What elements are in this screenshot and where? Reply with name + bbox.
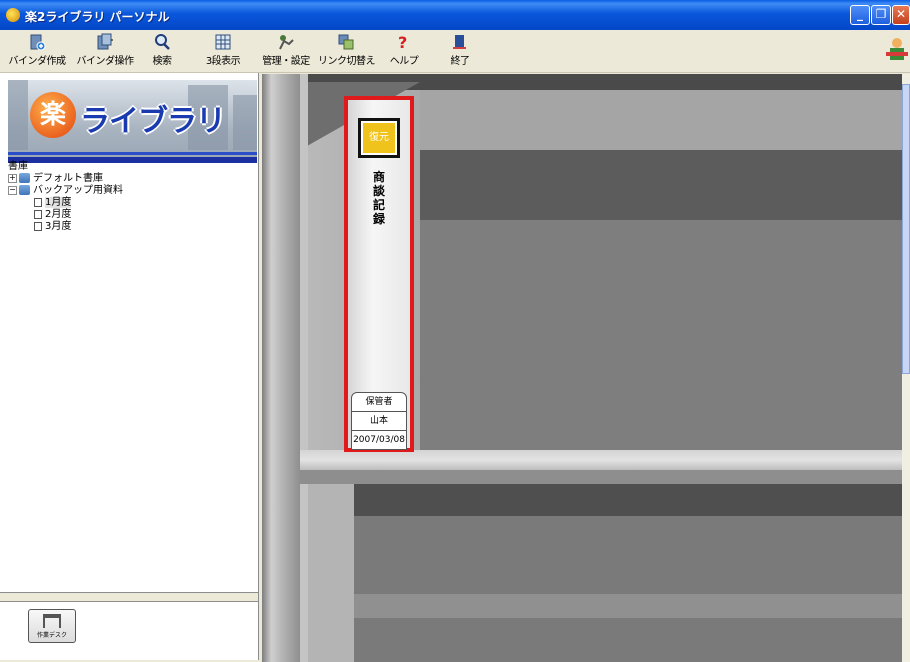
search-icon [155,34,170,50]
logo-text: ライブラリ [80,104,226,139]
tree-item-january[interactable]: 1月度 [8,197,123,209]
toolbar: バインダ作成 バインダ操作 検索 3段表示 管理・設定 リンク切替え ? ヘルプ… [0,30,910,73]
tree-root[interactable]: 書庫 [8,161,123,173]
binder-icon [34,197,42,207]
tree-item-february[interactable]: 2月度 [8,209,123,221]
binder-title: 商談記録 [372,170,385,226]
library-tree: 書庫 + デフォルト書庫 − バックアップ用資料 1月度 2月度 3月度 [8,161,123,233]
bookshelf-view: 復元 商談記録 保管者 山本 2007/03/08 [262,74,902,662]
exit-button[interactable]: 終了 [447,33,473,67]
library-icon [19,185,30,195]
exit-icon [453,35,466,49]
binder-label-card: 保管者 山本 2007/03/08 [351,392,407,450]
app-icon [6,8,20,22]
desk-icon [43,614,61,628]
vertical-scrollbar[interactable] [902,74,910,662]
tree-item-default-library[interactable]: + デフォルト書庫 [8,173,123,185]
binder-operate-icon [97,33,113,50]
binder-create-button[interactable]: バインダ作成 [4,33,70,67]
owner-name: 山本 [352,411,406,430]
link-switch-icon [338,34,354,50]
restore-badge[interactable]: 復元 [358,118,400,158]
tree-item-march[interactable]: 3月度 [8,221,123,233]
expand-toggle-icon[interactable]: + [8,173,17,183]
title-bar: 楽2ライブラリ パーソナル _ ❐ ✕ [0,0,910,30]
scrollbar-thumb[interactable] [902,84,910,374]
binder-operate-button[interactable]: バインダ操作 [72,33,138,67]
owner-label: 保管者 [365,397,393,407]
window-title: 楽2ライブラリ パーソナル [25,10,170,24]
collapse-toggle-icon[interactable]: − [8,185,17,195]
three-tier-view-button[interactable]: 3段表示 [200,33,246,67]
restore-button[interactable]: ❐ [871,5,891,25]
binder-date: 2007/03/08 [352,430,406,449]
svg-text:?: ? [398,33,407,51]
binder-icon [34,221,42,231]
left-pane: 楽 ライブラリ 書庫 + デフォルト書庫 − バックアップ用資料 1月度 2月度 3… [0,73,259,660]
settings-icon [279,35,294,50]
app-logo: 楽 ライブラリ [8,80,257,163]
binder-icon [34,209,42,219]
help-button[interactable]: ? ヘルプ [387,33,421,67]
help-icon: ? [398,33,407,51]
logo-kanji: 楽 [30,92,76,138]
pane-splitter[interactable] [0,592,258,602]
grid-icon [215,34,231,50]
work-desk-button[interactable]: 作業デスク [28,609,76,643]
settings-button[interactable]: 管理・設定 [258,33,314,67]
shelf-board [300,450,902,470]
link-switch-button[interactable]: リンク切替え [318,33,376,67]
binder-spine[interactable]: 復元 商談記録 保管者 山本 2007/03/08 [344,96,414,452]
desk-area: 作業デスク [0,602,258,660]
library-icon [19,173,30,183]
binder-new-icon [30,34,46,51]
close-button[interactable]: ✕ [892,5,910,25]
search-button[interactable]: 検索 [147,33,177,67]
tree-item-backup[interactable]: − バックアップ用資料 [8,185,123,197]
minimize-button[interactable]: _ [850,5,870,25]
assistant-icon[interactable] [886,36,908,62]
